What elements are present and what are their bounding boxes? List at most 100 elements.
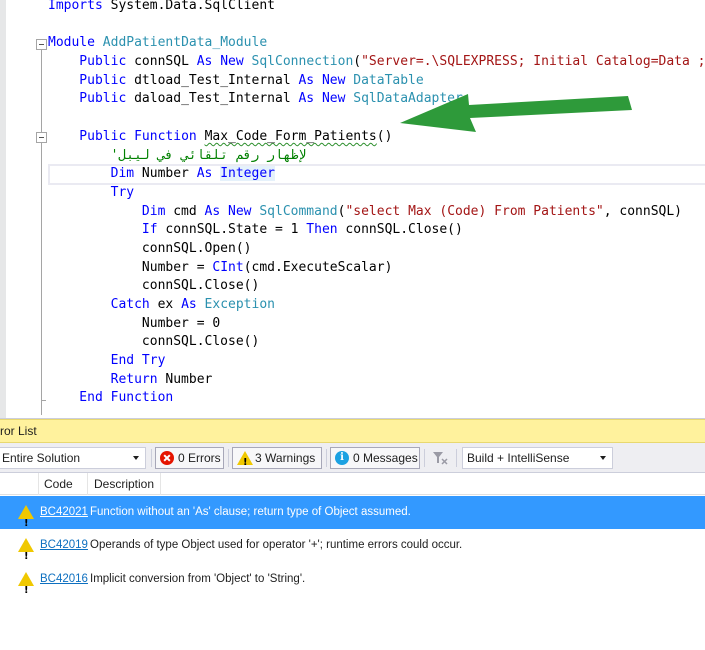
code-line[interactable]: Return Number [48, 371, 705, 390]
code-token: Public [48, 54, 127, 70]
code-token: Public [48, 128, 127, 144]
code-token: cmd [165, 203, 205, 219]
code-token: If [48, 222, 158, 238]
column-separator [87, 473, 88, 495]
code-token: New [321, 91, 346, 107]
code-line[interactable]: End Function [48, 389, 705, 408]
code-line[interactable]: End Try [48, 352, 705, 371]
code-line[interactable]: Number = 0 [48, 315, 705, 334]
code-token: Number [134, 166, 197, 182]
toolbar-separator [326, 449, 327, 467]
code-token: dtload_Test_Internal [126, 72, 299, 88]
column-separator [160, 473, 161, 495]
code-line[interactable]: Imports System.Data.SqlClient [48, 0, 705, 16]
error-code-link[interactable]: BC42016 [40, 563, 88, 596]
code-line[interactable] [48, 16, 705, 35]
code-token: Imports [48, 0, 103, 13]
code-token: Return [48, 371, 158, 387]
code-line[interactable]: 'لإظهار رقم تلقائي في ليبل [48, 147, 705, 166]
warning-icon [18, 572, 34, 607]
warning-icon [237, 451, 253, 473]
code-token: CInt [212, 259, 244, 275]
code-token: As [181, 297, 197, 312]
error-row[interactable]: BC42021 Function without an 'As' clause;… [0, 496, 705, 540]
outline-guide [41, 50, 42, 415]
dropdown-arrow-icon [133, 456, 139, 460]
code-line[interactable]: connSQL.Close() [48, 277, 705, 296]
toolbar-separator [151, 449, 152, 467]
code-token: "Server=.\SQLEXPRESS; Initial Catalog=Da… [361, 54, 705, 70]
outline-collapse-icon[interactable] [36, 39, 47, 50]
filter-icon[interactable] [432, 451, 448, 465]
code-line[interactable]: Dim Number As Integer [48, 165, 705, 184]
messages-filter-label: 0 Messages [353, 451, 418, 465]
code-token: SqlConnection [251, 54, 354, 70]
warnings-filter-button[interactable]: 3 Warnings [232, 447, 322, 473]
code-line[interactable]: Dim cmd As New SqlCommand("select Max (C… [48, 203, 705, 222]
error-code-link[interactable]: BC42021 [40, 496, 88, 529]
scope-dropdown[interactable]: Entire Solution [0, 447, 146, 469]
error-list-header: Code Description [0, 473, 705, 495]
code-token: ( [353, 54, 362, 70]
code-token: AddPatientData_Module [102, 35, 268, 51]
annotation-arrow [400, 94, 632, 132]
code-token: Exception [204, 297, 275, 312]
code-token: As [204, 203, 221, 219]
code-token: As [298, 91, 315, 107]
code-token: Dim [48, 203, 166, 219]
code-token: () [376, 128, 393, 144]
toolbar-separator [228, 449, 229, 467]
code-line[interactable]: Module AddPatientData_Module [48, 34, 705, 53]
code-token: DataTable [353, 72, 424, 88]
code-token: Number = [48, 259, 213, 275]
code-token: "select Max (Code) From Patients" [345, 203, 604, 219]
outline-collapse-icon[interactable] [36, 132, 47, 143]
messages-filter-button[interactable]: i 0 Messages [330, 447, 420, 469]
info-icon: i [335, 451, 349, 465]
code-token: connSQL.Close() [48, 334, 260, 350]
toolbar-separator [456, 449, 457, 467]
code-line[interactable]: connSQL.Open() [48, 240, 705, 259]
build-intellisense-dropdown[interactable]: Build + IntelliSense [462, 447, 613, 469]
warning-icon [18, 538, 34, 573]
code-token: SqlCommand [259, 203, 338, 219]
code-token: (cmd.ExecuteScalar) [243, 259, 393, 275]
outline-end-tick [41, 400, 46, 401]
error-code-link[interactable]: BC42019 [40, 529, 88, 562]
code-token: connSQL.Open() [48, 240, 252, 256]
code-line[interactable]: Number = CInt(cmd.ExecuteScalar) [48, 259, 705, 278]
code-editor[interactable]: Imports System.Data.SqlClient Module Add… [0, 0, 705, 418]
code-token: New [228, 203, 252, 219]
code-token: End Try [48, 353, 166, 369]
error-row[interactable]: BC42016 Implicit conversion from 'Object… [0, 563, 705, 607]
code-token: Number [157, 371, 213, 387]
code-token: connSQL.Close() [337, 222, 463, 238]
code-text[interactable]: Imports System.Data.SqlClient Module Add… [48, 0, 705, 408]
error-description: Operands of type Object used for operato… [90, 539, 463, 551]
code-line[interactable]: Public dtload_Test_Internal As New DataT… [48, 72, 705, 91]
error-icon [160, 451, 174, 465]
code-line[interactable]: Public connSQL As New SqlConnection("Ser… [48, 53, 705, 72]
column-header-code[interactable]: Code [44, 473, 73, 495]
column-header-description[interactable]: Description [94, 473, 154, 495]
code-token: End Function [48, 390, 174, 406]
errors-filter-button[interactable]: 0 Errors [155, 447, 224, 469]
code-token: 'لإظهار رقم تلقائي في ليبل [48, 147, 307, 163]
toolbar-separator [424, 449, 425, 467]
error-row[interactable]: BC42019 Operands of type Object used for… [0, 529, 705, 573]
code-token: ex [149, 297, 182, 312]
code-token: New [321, 72, 346, 88]
code-line[interactable]: If connSQL.State = 1 Then connSQL.Close(… [48, 221, 705, 240]
code-line[interactable]: Catch ex As Exception [48, 296, 705, 315]
code-token: connSQL [126, 54, 197, 70]
code-token: As [196, 166, 213, 182]
code-line[interactable]: Try [48, 184, 705, 203]
dropdown-arrow-icon [600, 456, 606, 460]
code-line[interactable]: connSQL.Close() [48, 333, 705, 352]
code-token: daload_Test_Internal [126, 91, 299, 107]
error-list-toolbar: Entire Solution 0 Errors 3 Warnings i 0 … [0, 443, 705, 473]
